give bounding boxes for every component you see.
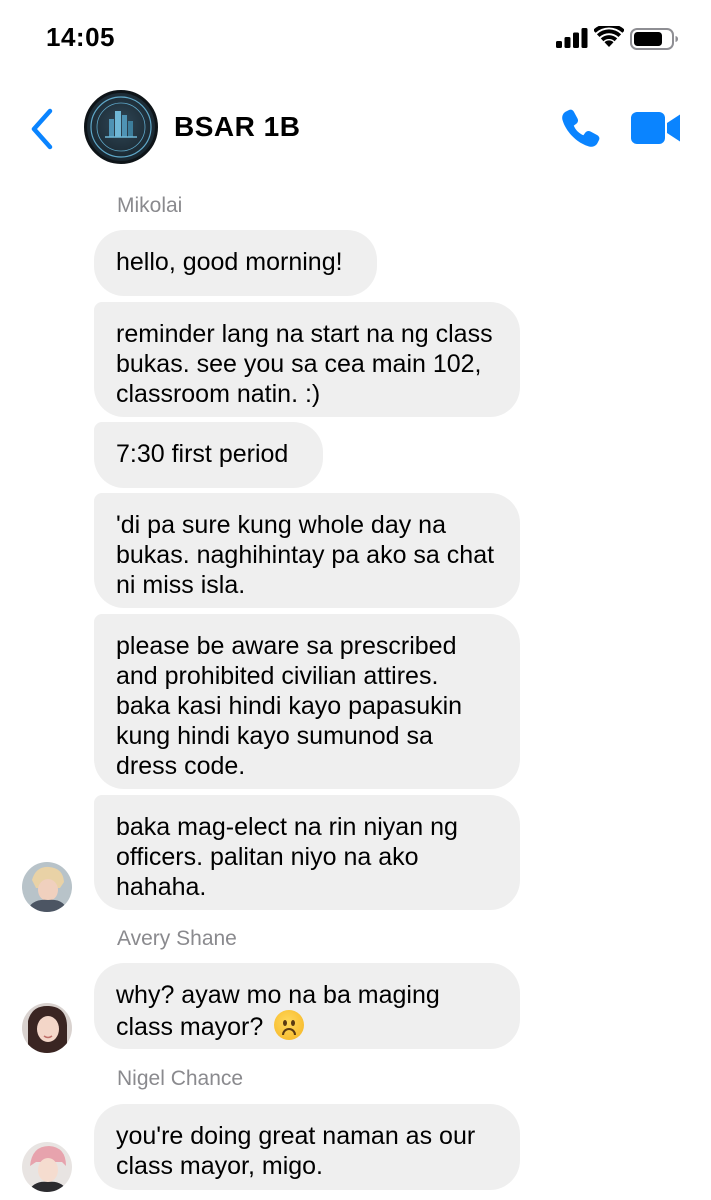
message-bubble[interactable]: you're doing great naman as our class ma…	[94, 1104, 520, 1190]
cellular-signal-icon	[556, 28, 588, 48]
video-call-icon[interactable]	[630, 111, 682, 145]
status-bar: 14:05	[0, 0, 711, 80]
message-bubble[interactable]: reminder lang na start na ng class bukas…	[94, 302, 520, 417]
user-photo-icon	[22, 1003, 72, 1053]
message-bubble[interactable]: 7:30 first period	[94, 422, 323, 488]
message-bubble[interactable]: hello, good morning!	[94, 230, 377, 296]
user-photo-icon	[22, 862, 72, 912]
frowning-face-emoji-icon	[274, 1010, 305, 1040]
sender-name: Mikolai	[117, 194, 183, 217]
wifi-icon	[594, 26, 624, 47]
avatar[interactable]	[22, 862, 72, 912]
message-bubble[interactable]: baka mag-elect na rin niyan ng officers.…	[94, 795, 520, 910]
avatar[interactable]	[22, 1003, 72, 1053]
chat-title[interactable]: BSAR 1B	[174, 111, 300, 143]
chat-header: BSAR 1B	[0, 85, 711, 173]
group-logo-icon	[90, 96, 152, 158]
battery-icon	[630, 28, 678, 50]
avatar[interactable]	[22, 1142, 72, 1192]
user-photo-icon	[22, 1142, 72, 1192]
message-bubble[interactable]: please be aware sa prescribed and prohib…	[94, 614, 520, 789]
status-time: 14:05	[46, 22, 115, 52]
phone-call-icon[interactable]	[560, 107, 602, 149]
sender-name: Avery Shane	[117, 927, 237, 950]
message-bubble[interactable]: 'di pa sure kung whole day na bukas. nag…	[94, 493, 520, 608]
message-bubble[interactable]: why? ayaw mo na ba maging class mayor?	[94, 963, 520, 1049]
group-avatar[interactable]	[84, 90, 158, 164]
back-chevron-icon[interactable]	[26, 107, 60, 151]
sender-name: Nigel Chance	[117, 1067, 244, 1090]
